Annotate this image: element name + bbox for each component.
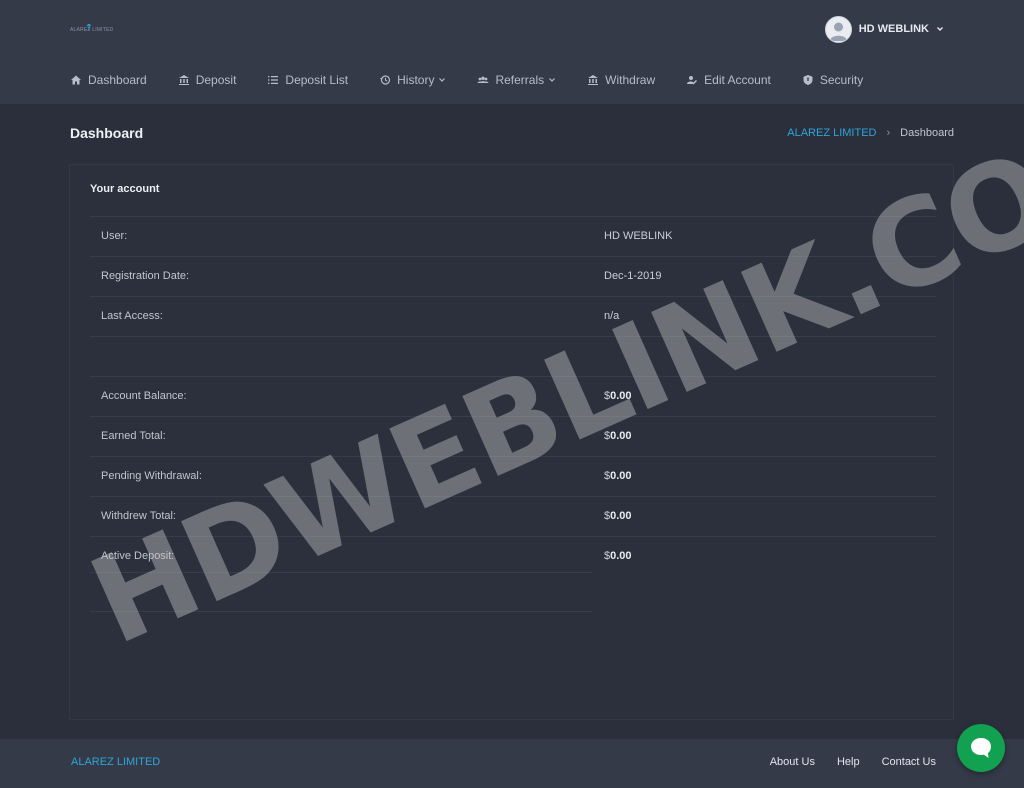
home-icon <box>71 75 81 85</box>
row-value: $0.00 <box>604 510 632 522</box>
nav-history[interactable]: History <box>379 73 446 87</box>
footer-link-help[interactable]: Help <box>837 756 860 768</box>
table-row: Pending Withdrawal: $0.00 <box>90 456 936 496</box>
row-value: $0.00 <box>604 390 632 402</box>
row-label: Account Balance: <box>101 390 187 402</box>
chat-button[interactable] <box>957 724 1005 772</box>
row-label: Earned Total: <box>101 430 166 442</box>
nav-label: Deposit <box>195 73 237 87</box>
nav-label: Security <box>819 73 864 87</box>
account-table: User: HD WEBLINK Registration Date: Dec-… <box>90 216 936 576</box>
logo[interactable]: ALAREZ LIMITED <box>70 24 113 36</box>
table-row: Last Access: n/a <box>90 296 936 336</box>
bank-icon <box>178 75 189 85</box>
footer-link-contact[interactable]: Contact Us <box>882 756 936 768</box>
row-label: User: <box>101 230 128 242</box>
account-card: Your account User: HD WEBLINK Registrati… <box>69 164 954 720</box>
nav-withdraw[interactable]: Withdraw <box>587 73 655 87</box>
row-value: $0.00 <box>604 550 632 562</box>
row-value: $0.00 <box>604 470 632 482</box>
nav-label: Referrals <box>495 73 545 87</box>
row-value: n/a <box>604 310 620 322</box>
row-value: HD WEBLINK <box>604 230 673 242</box>
footer-links: About Us Help Contact Us <box>770 756 936 768</box>
page-title: Dashboard <box>70 125 144 141</box>
chevron-down-icon <box>937 27 943 31</box>
table-row: Account Balance: $0.00 <box>90 376 936 416</box>
chevron-down-icon <box>549 78 556 82</box>
chevron-down-icon <box>439 78 446 82</box>
nav-dashboard[interactable]: Dashboard <box>70 73 147 87</box>
row-label: Last Access: <box>101 310 163 322</box>
row-label: Active Deposit: <box>101 550 175 562</box>
card-title: Your account <box>90 183 160 195</box>
history-icon <box>380 75 391 85</box>
nav-deposit-list[interactable]: Deposit List <box>267 73 348 87</box>
bank-icon <box>588 75 599 85</box>
footer: ALAREZ LIMITED About Us Help Contact Us <box>0 739 1024 788</box>
top-header: ALAREZ LIMITED HD WEBLINK Dashboard Depo… <box>0 0 1024 104</box>
footer-brand-link[interactable]: ALAREZ LIMITED <box>71 756 160 768</box>
shield-icon <box>803 75 813 85</box>
table-row: Registration Date: Dec-1-2019 <box>90 256 936 296</box>
nav-referrals[interactable]: Referrals <box>477 73 556 87</box>
amount: 0.00 <box>610 550 632 562</box>
user-edit-icon <box>687 76 698 85</box>
amount: 0.00 <box>610 390 632 402</box>
row-value: $0.00 <box>604 430 632 442</box>
nav-label: History <box>397 73 435 87</box>
amount: 0.00 <box>610 470 632 482</box>
row-label: Pending Withdrawal: <box>101 470 202 482</box>
row-label: Registration Date: <box>101 270 190 282</box>
table-row: User: HD WEBLINK <box>90 216 936 256</box>
breadcrumb-current: Dashboard <box>900 127 954 139</box>
row-value: Dec-1-2019 <box>604 270 662 282</box>
divider <box>90 611 592 612</box>
breadcrumb: ALAREZ LIMITED › Dashboard <box>787 127 954 139</box>
nav-label: Deposit List <box>285 73 349 87</box>
amount: 0.00 <box>610 430 632 442</box>
footer-link-about[interactable]: About Us <box>770 756 815 768</box>
users-icon <box>477 76 489 83</box>
table-row: Earned Total: $0.00 <box>90 416 936 456</box>
nav-label: Edit Account <box>704 73 771 87</box>
nav-label: Withdraw <box>605 73 656 87</box>
avatar <box>824 15 852 43</box>
nav-security[interactable]: Security <box>802 73 863 87</box>
nav-deposit[interactable]: Deposit <box>178 73 237 87</box>
nav-label: Dashboard <box>88 73 147 87</box>
chat-bubble-icon <box>971 738 991 758</box>
user-avatar-icon <box>829 22 847 41</box>
row-label: Withdrew Total: <box>101 510 176 522</box>
table-row: Withdrew Total: $0.00 <box>90 496 936 536</box>
user-name: HD WEBLINK <box>858 23 929 35</box>
table-row-empty <box>90 336 936 376</box>
amount: 0.00 <box>610 510 632 522</box>
logo-mark-icon <box>86 24 92 30</box>
divider <box>90 572 592 573</box>
breadcrumb-home-link[interactable]: ALAREZ LIMITED <box>787 127 876 139</box>
table-row: Active Deposit: $0.00 <box>90 536 936 576</box>
breadcrumb-separator: › <box>886 127 891 139</box>
main-nav: Dashboard Deposit Deposit List History R… <box>70 69 894 91</box>
nav-edit-account[interactable]: Edit Account <box>686 73 771 87</box>
list-icon <box>268 76 279 84</box>
user-menu[interactable]: HD WEBLINK <box>824 15 944 43</box>
